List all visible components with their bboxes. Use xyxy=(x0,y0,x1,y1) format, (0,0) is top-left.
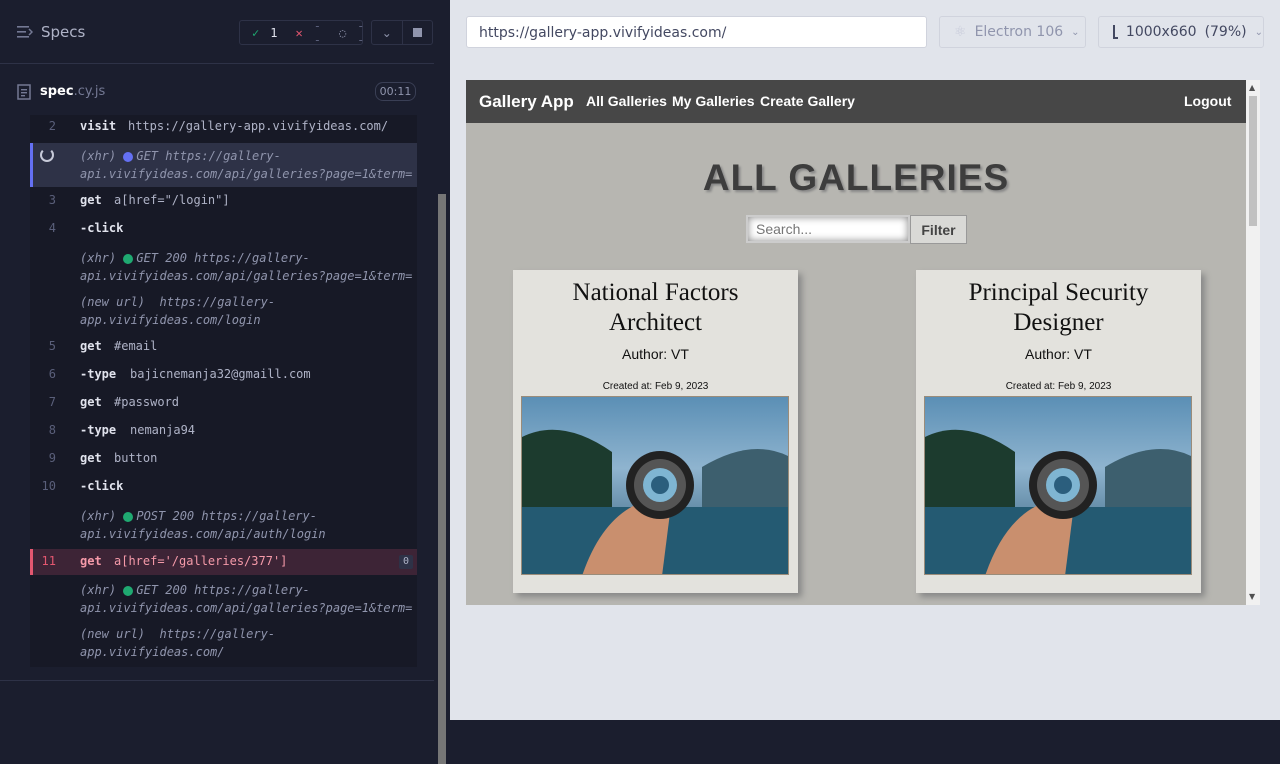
chevron-down-icon: ⌄ xyxy=(1071,26,1080,38)
new-url-row[interactable]: (new url) https://gallery-app.vivifyidea… xyxy=(30,625,417,665)
nav-all-galleries[interactable]: All Galleries xyxy=(586,93,667,109)
status-dot xyxy=(123,253,134,264)
gallery-title[interactable]: Principal Security Designer xyxy=(916,278,1201,338)
app-iframe: Gallery App All Galleries My Galleries C… xyxy=(466,80,1260,605)
command-row-failed[interactable]: 11 get a[href='/galleries/377'] 0 xyxy=(30,549,417,575)
stop-button[interactable] xyxy=(403,21,433,44)
command-log-scrollbar[interactable] xyxy=(434,64,450,764)
chevron-down-icon[interactable]: ⌄ xyxy=(372,21,403,44)
command-row[interactable]: 6 -type bajicnemanja32@gmaill.com xyxy=(30,367,417,389)
lens-photo xyxy=(522,397,788,574)
lens-photo xyxy=(925,397,1191,574)
status-dot xyxy=(123,511,134,522)
gallery-image[interactable] xyxy=(924,396,1192,575)
gallery-title[interactable]: National Factors Architect xyxy=(513,278,798,338)
failed-count: ✕ -- xyxy=(283,19,326,47)
xhr-row[interactable]: (xhr) POST 200 https://gallery-api.vivif… xyxy=(30,507,417,547)
gallery-image[interactable] xyxy=(521,396,789,575)
command-row[interactable]: 4 -click xyxy=(30,221,417,243)
file-icon xyxy=(17,84,31,100)
nav-create-gallery[interactable]: Create Gallery xyxy=(760,93,855,109)
app-scrollbar[interactable]: ▲ ▼ xyxy=(1246,80,1260,605)
filter-button[interactable]: Filter xyxy=(910,215,967,244)
xhr-row[interactable]: (xhr) GET 200 https://gallery-api.vivify… xyxy=(30,581,417,621)
status-dot xyxy=(123,151,134,162)
loading-icon xyxy=(40,148,54,162)
scroll-down-arrow[interactable]: ▼ xyxy=(1249,592,1255,601)
command-log-panel: Specs ✓ 1 ✕ -- ◌ -- ⌄ spec.cy.js 00:11 2 vi… xyxy=(0,0,450,764)
status-dot xyxy=(123,585,134,596)
command-list: 2 visit https://gallery-app.vivifyideas.… xyxy=(30,115,417,667)
command-row[interactable]: 3 get a[href="/login"] xyxy=(30,193,417,215)
check-icon: ✓ xyxy=(252,25,260,40)
chevron-down-icon: ⌄ xyxy=(1254,26,1263,38)
runner-header: Specs ✓ 1 ✕ -- ◌ -- ⌄ xyxy=(0,0,434,64)
gallery-card: National Factors Architect Author: VT Cre… xyxy=(513,270,798,593)
divider xyxy=(0,680,434,681)
electron-icon: ⚛ xyxy=(954,24,967,40)
gallery-author[interactable]: Author: VT xyxy=(916,346,1201,362)
pending-count: ◌ -- xyxy=(327,19,370,47)
element-count-badge: 0 xyxy=(399,555,413,569)
search-input[interactable] xyxy=(746,215,910,243)
scroll-up-arrow[interactable]: ▲ xyxy=(1249,83,1255,92)
command-row[interactable]: 5 get #email xyxy=(30,339,417,361)
gallery-date: Created at: Feb 9, 2023 xyxy=(1005,381,1112,392)
xhr-row[interactable]: (xhr) GET 200 https://gallery-api.vivify… xyxy=(30,249,417,289)
menu-icon xyxy=(17,26,33,38)
command-row[interactable]: 7 get #password xyxy=(30,395,417,417)
xhr-row-active[interactable]: (xhr) GET https://gallery-api.vivifyidea… xyxy=(30,143,417,187)
nav-my-galleries[interactable]: My Galleries xyxy=(672,93,755,109)
viewport-info[interactable]: 1000x660 (79%) ⌄ xyxy=(1098,16,1264,48)
specs-label: Specs xyxy=(41,23,86,41)
scrollbar-thumb[interactable] xyxy=(438,194,446,764)
run-timer: 00:11 xyxy=(375,82,416,101)
stop-icon xyxy=(412,28,422,37)
gallery-author[interactable]: Author: VT xyxy=(513,346,798,362)
run-controls: ⌄ xyxy=(371,20,433,45)
spec-file-name: spec.cy.js xyxy=(40,84,106,99)
specs-toggle[interactable]: Specs xyxy=(17,23,85,41)
url-bar[interactable]: https://gallery-app.vivifyideas.com/ xyxy=(466,16,927,48)
logout-link[interactable]: Logout xyxy=(1184,93,1231,109)
command-row[interactable]: 2 visit https://gallery-app.vivifyideas.… xyxy=(30,119,417,141)
command-row[interactable]: 8 -type nemanja94 xyxy=(30,423,417,445)
command-row[interactable]: 9 get button xyxy=(30,451,417,473)
ruler-icon xyxy=(1113,25,1118,39)
spinner-icon: ◌ xyxy=(338,25,347,40)
brand-link[interactable]: Gallery App xyxy=(479,92,574,112)
test-stats: ✓ 1 ✕ -- ◌ -- xyxy=(239,19,364,47)
app-preview-panel: https://gallery-app.vivifyideas.com/ ⚛ E… xyxy=(450,0,1280,720)
new-url-row[interactable]: (new url) https://gallery-app.vivifyidea… xyxy=(30,293,417,333)
x-icon: ✕ xyxy=(295,25,303,40)
passed-count: ✓ 1 xyxy=(240,26,283,40)
command-row[interactable]: 10 -click xyxy=(30,479,417,501)
page-title: ALL GALLERIES xyxy=(702,157,1010,198)
gallery-card: Principal Security Designer Author: VT Cr… xyxy=(916,270,1201,593)
browser-selector[interactable]: ⚛ Electron 106 ⌄ xyxy=(939,16,1086,48)
gallery-date: Created at: Feb 9, 2023 xyxy=(602,381,709,392)
scrollbar-thumb[interactable] xyxy=(1249,96,1257,226)
app-navbar: Gallery App All Galleries My Galleries C… xyxy=(466,80,1246,123)
